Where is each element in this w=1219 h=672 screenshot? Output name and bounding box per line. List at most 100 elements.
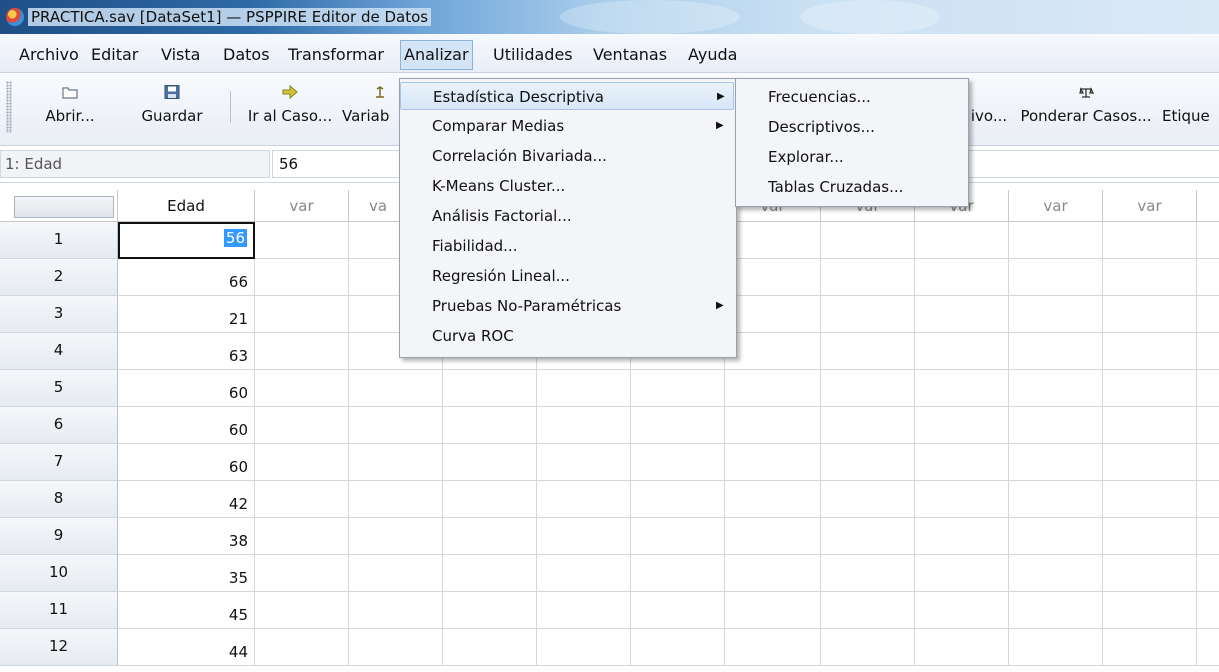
empty-cell[interactable]	[1197, 555, 1219, 592]
empty-cell[interactable]	[1009, 370, 1103, 407]
empty-cell[interactable]	[725, 222, 821, 259]
row-header[interactable]: 8	[0, 481, 118, 518]
empty-cell[interactable]	[255, 222, 349, 259]
empty-cell[interactable]	[821, 444, 915, 481]
empty-cell[interactable]	[1103, 444, 1197, 481]
empty-cell[interactable]	[349, 407, 443, 444]
empty-cell[interactable]	[821, 333, 915, 370]
empty-cell[interactable]	[1197, 296, 1219, 333]
empty-cell[interactable]	[1009, 555, 1103, 592]
table-cell[interactable]: 42	[118, 481, 255, 518]
table-cell[interactable]: 60	[118, 444, 255, 481]
empty-cell[interactable]	[1103, 555, 1197, 592]
column-header-edad[interactable]: Edad	[118, 190, 255, 222]
empty-cell[interactable]	[1197, 481, 1219, 518]
menu-item-kmeans-cluster[interactable]: K-Means Cluster...	[400, 172, 734, 200]
row-header[interactable]: 11	[0, 592, 118, 629]
menu-datos[interactable]: Datos	[220, 44, 273, 66]
column-header-var[interactable]: var	[1103, 190, 1197, 222]
empty-cell[interactable]	[349, 481, 443, 518]
empty-cell[interactable]	[1009, 222, 1103, 259]
empty-cell[interactable]	[1103, 407, 1197, 444]
empty-cell[interactable]	[255, 518, 349, 555]
empty-cell[interactable]	[631, 407, 725, 444]
empty-cell[interactable]	[537, 481, 631, 518]
empty-cell[interactable]	[1103, 370, 1197, 407]
empty-cell[interactable]	[1197, 333, 1219, 370]
empty-cell[interactable]	[1103, 333, 1197, 370]
empty-cell[interactable]	[1103, 296, 1197, 333]
empty-cell[interactable]	[1197, 407, 1219, 444]
empty-cell[interactable]	[821, 629, 915, 666]
row-header[interactable]: 4	[0, 333, 118, 370]
empty-cell[interactable]	[443, 518, 537, 555]
row-header[interactable]: 12	[0, 629, 118, 666]
empty-cell[interactable]	[915, 481, 1009, 518]
menu-vista[interactable]: Vista	[158, 44, 203, 66]
empty-cell[interactable]	[915, 370, 1009, 407]
empty-cell[interactable]	[725, 407, 821, 444]
menu-item-estadistica-descriptiva[interactable]: Estadística Descriptiva ▶	[400, 82, 734, 110]
table-cell[interactable]: 38	[118, 518, 255, 555]
empty-cell[interactable]	[915, 407, 1009, 444]
empty-cell[interactable]	[725, 555, 821, 592]
empty-cell[interactable]	[725, 518, 821, 555]
save-button[interactable]: Guardar	[128, 79, 216, 137]
empty-cell[interactable]	[915, 555, 1009, 592]
toolbar-button-partial[interactable]: ivo...	[966, 79, 1012, 137]
empty-cell[interactable]	[537, 370, 631, 407]
variables-button[interactable]: Variab	[342, 79, 402, 137]
empty-cell[interactable]	[915, 296, 1009, 333]
menu-item-regresion-lineal[interactable]: Regresión Lineal...	[400, 262, 734, 290]
empty-cell[interactable]	[255, 444, 349, 481]
menu-utilidades[interactable]: Utilidades	[490, 44, 576, 66]
menu-ayuda[interactable]: Ayuda	[685, 44, 740, 66]
empty-cell[interactable]	[349, 518, 443, 555]
empty-cell[interactable]	[1103, 592, 1197, 629]
empty-cell[interactable]	[1103, 481, 1197, 518]
menu-editar[interactable]: Editar	[88, 44, 141, 66]
empty-cell[interactable]	[349, 629, 443, 666]
empty-cell[interactable]	[631, 629, 725, 666]
empty-cell[interactable]	[1009, 296, 1103, 333]
empty-cell[interactable]	[255, 259, 349, 296]
empty-cell[interactable]	[725, 370, 821, 407]
empty-cell[interactable]	[349, 370, 443, 407]
empty-cell[interactable]	[537, 629, 631, 666]
table-cell[interactable]: 60	[118, 407, 255, 444]
empty-cell[interactable]	[255, 592, 349, 629]
empty-cell[interactable]	[821, 407, 915, 444]
empty-cell[interactable]	[443, 407, 537, 444]
empty-cell[interactable]	[537, 444, 631, 481]
empty-cell[interactable]	[255, 481, 349, 518]
table-cell[interactable]: 44	[118, 629, 255, 666]
row-header[interactable]: 9	[0, 518, 118, 555]
empty-cell[interactable]	[631, 481, 725, 518]
cell-name-field[interactable]: 1: Edad	[0, 150, 270, 178]
empty-cell[interactable]	[1009, 407, 1103, 444]
empty-cell[interactable]	[915, 333, 1009, 370]
menu-item-correlacion-bivariada[interactable]: Correlación Bivariada...	[400, 142, 734, 170]
empty-cell[interactable]	[349, 592, 443, 629]
empty-cell[interactable]	[631, 370, 725, 407]
table-cell[interactable]: 21	[118, 296, 255, 333]
column-header-var[interactable]	[1197, 190, 1219, 222]
empty-cell[interactable]	[443, 444, 537, 481]
empty-cell[interactable]	[255, 333, 349, 370]
menu-transformar[interactable]: Transformar	[285, 44, 387, 66]
empty-cell[interactable]	[821, 592, 915, 629]
empty-cell[interactable]	[915, 222, 1009, 259]
menu-archivo[interactable]: Archivo	[16, 44, 82, 66]
empty-cell[interactable]	[1197, 444, 1219, 481]
row-header[interactable]: 1	[0, 222, 118, 259]
empty-cell[interactable]	[821, 518, 915, 555]
empty-cell[interactable]	[1103, 629, 1197, 666]
open-button[interactable]: Abrir...	[30, 79, 110, 137]
column-header-var[interactable]: var	[255, 190, 349, 222]
empty-cell[interactable]	[255, 555, 349, 592]
menu-item-fiabilidad[interactable]: Fiabilidad...	[400, 232, 734, 260]
empty-cell[interactable]	[255, 370, 349, 407]
table-cell[interactable]: 35	[118, 555, 255, 592]
empty-cell[interactable]	[1197, 370, 1219, 407]
empty-cell[interactable]	[349, 555, 443, 592]
